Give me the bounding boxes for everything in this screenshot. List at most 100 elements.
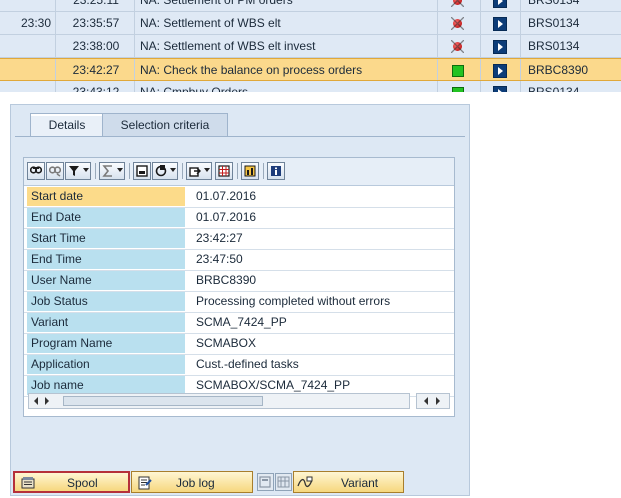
job-log-button[interactable]: Job log [131, 471, 253, 493]
job-log-icon [138, 475, 152, 497]
info-icon[interactable] [267, 162, 285, 180]
variant-icon [297, 475, 313, 497]
field-row: End Time 23:47:50 [24, 249, 454, 271]
tab-divider [15, 136, 465, 137]
play-icon[interactable] [493, 17, 507, 31]
table-row[interactable]: 23:43:12 NA: Cmpbuy Orders BRS0134 [0, 81, 621, 92]
field-label: Program Name [27, 334, 185, 353]
scroll-right-icon[interactable] [436, 397, 440, 405]
export-icon[interactable] [186, 162, 212, 180]
print-preview-icon[interactable] [133, 162, 151, 180]
user-cell: BRS0134 [528, 85, 580, 92]
time-cell: 23:38:00 [58, 35, 135, 57]
find-next-icon[interactable] [46, 162, 64, 180]
table-row[interactable]: 23:25:11 NA: Settlement of PM orders BRS… [0, 0, 621, 12]
variant-button[interactable]: Variant [293, 471, 404, 493]
job-description-cell: NA: Settlement of WBS elt [138, 12, 438, 34]
scroll-left-icon[interactable] [424, 397, 428, 405]
field-label: Start Time [27, 229, 185, 248]
scroll-left-icon[interactable] [34, 397, 38, 405]
spool-list-icon [21, 476, 36, 496]
tab-details[interactable]: Details [30, 113, 104, 136]
cancelled-status-icon [451, 40, 464, 53]
layout-grid-icon[interactable] [215, 162, 233, 180]
field-row: Start date 01.07.2016 [24, 186, 454, 208]
tab-selection-criteria[interactable]: Selection criteria [102, 113, 228, 136]
field-row: End Date 01.07.2016 [24, 207, 454, 229]
field-label: End Date [27, 208, 185, 227]
details-grid: Start date 01.07.2016 End Date 01.07.201… [23, 157, 455, 417]
table-row[interactable]: 23:38:00 NA: Settlement of WBS elt inves… [0, 35, 621, 58]
field-value[interactable]: 01.07.2016 [190, 208, 450, 227]
filter-icon[interactable] [65, 162, 91, 180]
field-row: Program Name SCMABOX [24, 333, 454, 355]
field-value[interactable]: SCMABOX [190, 334, 450, 353]
value-column-scrollbar[interactable] [416, 393, 450, 409]
hour-cell: 23:30 [0, 12, 56, 34]
cancelled-status-icon [451, 0, 464, 7]
run-cell[interactable] [482, 12, 521, 34]
abc-analysis-icon[interactable] [241, 162, 259, 180]
hour-cell [0, 81, 56, 92]
field-value[interactable]: 23:42:27 [190, 229, 450, 248]
variant-button-label: Variant [341, 476, 379, 490]
play-icon[interactable] [493, 64, 507, 78]
field-row: Start Time 23:42:27 [24, 228, 454, 250]
table-row-selected[interactable]: 23:42:27 NA: Check the balance on proces… [0, 58, 621, 81]
run-cell[interactable] [482, 0, 521, 11]
sum-icon[interactable] [99, 162, 125, 180]
play-icon[interactable] [493, 40, 507, 54]
hour-cell [0, 59, 56, 80]
hour-cell [0, 0, 56, 11]
user-icon[interactable] [493, 86, 507, 92]
field-value[interactable]: 01.07.2016 [190, 187, 450, 206]
scrollbar-thumb[interactable] [63, 396, 263, 406]
user-cell: BRS0134 [528, 39, 580, 53]
toolbar-separator [129, 163, 130, 179]
user-cell: BRS0134 [528, 0, 580, 7]
hour-cell [0, 35, 56, 57]
toolbar-separator [263, 163, 264, 179]
spool-button[interactable]: Spool [13, 471, 130, 493]
spool-button-label: Spool [67, 476, 98, 490]
field-row: User Name BRBC8390 [24, 270, 454, 292]
play-icon[interactable] [493, 0, 507, 8]
field-label: End Time [27, 250, 185, 269]
job-description-cell: NA: Check the balance on process orders [138, 59, 438, 80]
field-row: Job Status Processing completed without … [24, 291, 454, 313]
run-cell[interactable] [482, 59, 521, 80]
field-value[interactable]: SCMA_7424_PP [190, 313, 450, 332]
run-cell[interactable] [482, 35, 521, 57]
job-description-cell: NA: Cmpbuy Orders [138, 81, 438, 92]
status-cell [437, 59, 481, 80]
toolbar-separator [95, 163, 96, 179]
field-value[interactable]: Processing completed without errors [190, 292, 450, 311]
field-value[interactable]: 23:47:50 [190, 250, 450, 269]
job-description-cell: NA: Settlement of PM orders [138, 0, 438, 11]
user-cell: BRBC8390 [528, 63, 589, 77]
scroll-right-icon[interactable] [45, 397, 49, 405]
field-label: Application [27, 355, 185, 374]
spool-list-layout-icon[interactable] [275, 473, 292, 491]
field-value[interactable]: Cust.-defined tasks [190, 355, 450, 374]
cancelled-status-icon [451, 17, 464, 30]
job-log-button-label: Job log [176, 476, 215, 490]
toolbar-separator [237, 163, 238, 179]
step-icon[interactable] [257, 473, 274, 491]
field-value[interactable]: BRBC8390 [190, 271, 450, 290]
job-details-panel: Details Selection criteria Start date 01… [10, 104, 470, 496]
view-icon[interactable] [152, 162, 178, 180]
field-label: Job Status [27, 292, 185, 311]
time-cell: 23:43:12 [58, 81, 135, 92]
time-cell: 23:35:57 [58, 12, 135, 34]
toolbar-separator [182, 163, 183, 179]
find-icon[interactable] [27, 162, 45, 180]
status-cell [437, 81, 481, 92]
status-cell [437, 12, 481, 34]
field-label: Variant [27, 313, 185, 332]
horizontal-scrollbar[interactable] [28, 393, 410, 409]
run-cell[interactable] [482, 81, 521, 92]
status-cell [437, 35, 481, 57]
table-row[interactable]: 23:30 23:35:57 NA: Settlement of WBS elt… [0, 12, 621, 35]
user-cell: BRS0134 [528, 16, 580, 30]
